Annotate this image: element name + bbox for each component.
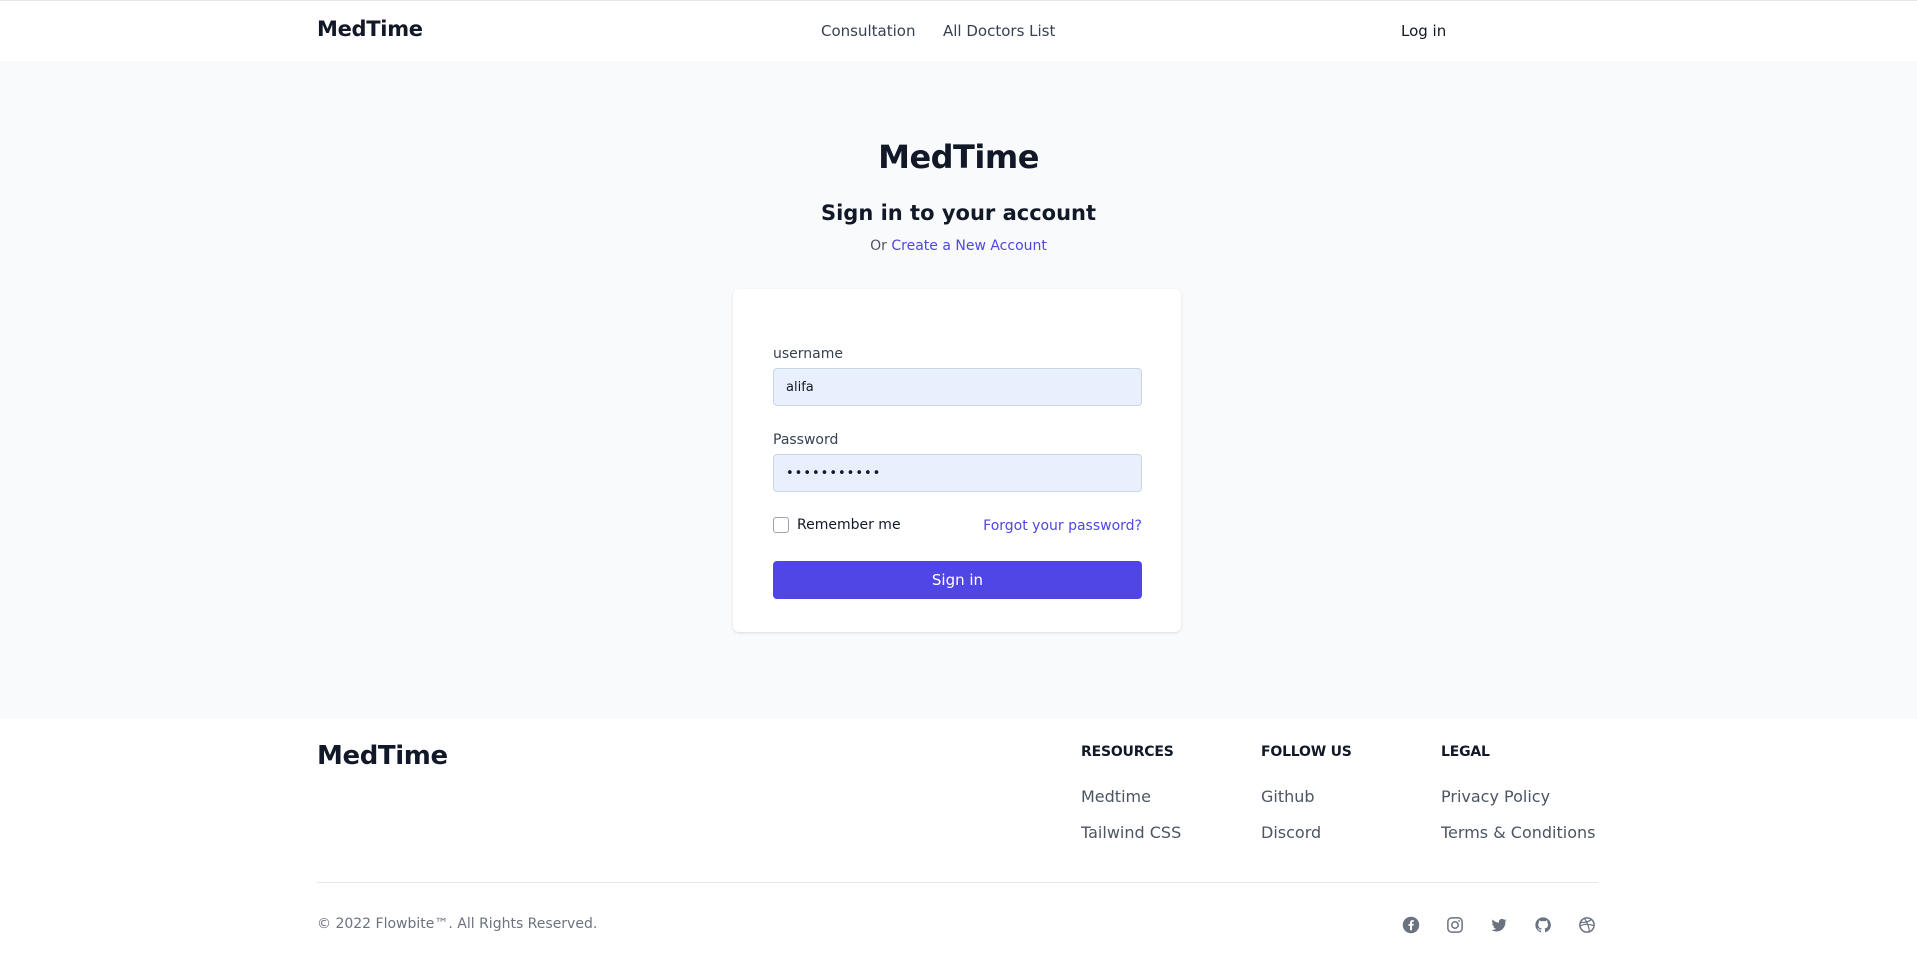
- signin-section: MedTime Sign in to your account Or Creat…: [0, 61, 1917, 719]
- create-account-prefix: Or: [870, 238, 887, 254]
- instagram-icon[interactable]: [1445, 915, 1465, 935]
- nav-link-all-doctors[interactable]: All Doctors List: [943, 22, 1055, 40]
- sign-in-button[interactable]: Sign in: [773, 561, 1142, 599]
- footer-link-github[interactable]: Github: [1261, 787, 1352, 806]
- footer-link-terms[interactable]: Terms & Conditions: [1441, 823, 1595, 842]
- copyright-text: © 2022 Flowbite™. All Rights Reserved.: [317, 916, 598, 932]
- remember-me-row: Remember me: [773, 517, 901, 533]
- footer-heading-follow-us: FOLLOW US: [1261, 744, 1352, 760]
- footer-link-tailwind[interactable]: Tailwind CSS: [1081, 823, 1181, 842]
- footer-brand-logo[interactable]: MedTime: [317, 741, 448, 771]
- nav-link-consultation[interactable]: Consultation: [821, 22, 915, 40]
- signin-brand-title: MedTime: [878, 138, 1039, 176]
- signin-form-card: username Password Remember me Forgot you…: [733, 289, 1181, 632]
- signin-subtitle: Sign in to your account: [820, 201, 1097, 225]
- footer-column-legal: LEGAL Privacy Policy Terms & Conditions: [1441, 744, 1595, 842]
- footer-link-medtime[interactable]: Medtime: [1081, 787, 1181, 806]
- remember-me-label[interactable]: Remember me: [797, 517, 901, 533]
- password-input[interactable]: [773, 454, 1142, 492]
- github-icon[interactable]: [1533, 915, 1553, 935]
- footer-column-follow-us: FOLLOW US Github Discord: [1261, 744, 1352, 842]
- page-footer: MedTime RESOURCES Medtime Tailwind CSS F…: [0, 719, 1917, 960]
- footer-heading-legal: LEGAL: [1441, 744, 1490, 760]
- footer-heading-resources: RESOURCES: [1081, 744, 1174, 760]
- navbar-brand-logo[interactable]: MedTime: [317, 17, 423, 41]
- footer-column-resources: RESOURCES Medtime Tailwind CSS: [1081, 744, 1181, 842]
- username-input[interactable]: [773, 368, 1142, 406]
- footer-link-privacy-policy[interactable]: Privacy Policy: [1441, 787, 1595, 806]
- remember-me-checkbox[interactable]: [773, 517, 789, 533]
- footer-link-discord[interactable]: Discord: [1261, 823, 1352, 842]
- create-account-prompt: Or Create a New Account: [0, 238, 1917, 254]
- create-account-link[interactable]: Create a New Account: [891, 238, 1047, 254]
- password-label: Password: [773, 432, 839, 448]
- forgot-password-link[interactable]: Forgot your password?: [983, 518, 1142, 534]
- nav-link-login[interactable]: Log in: [1401, 22, 1446, 40]
- twitter-icon[interactable]: [1489, 915, 1509, 935]
- footer-divider: [317, 882, 1598, 883]
- top-navbar: MedTime Consultation All Doctors List Lo…: [0, 0, 1917, 61]
- username-label: username: [773, 346, 843, 362]
- facebook-icon[interactable]: [1401, 915, 1421, 935]
- dribbble-icon[interactable]: [1577, 915, 1597, 935]
